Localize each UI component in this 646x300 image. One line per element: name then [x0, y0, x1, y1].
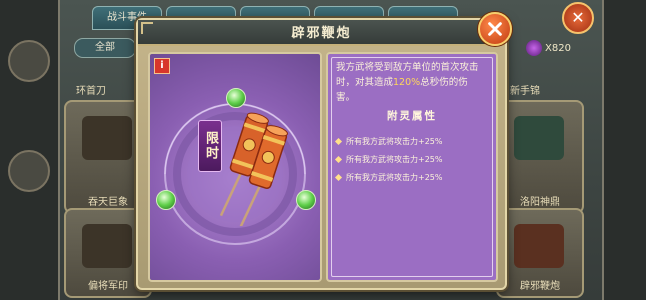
- item-art-panel: i 限时: [148, 52, 322, 282]
- info-icon[interactable]: i: [154, 58, 170, 74]
- item-description: 我方武将受到敌方单位的首次攻击时，对其造成120%总秒伤的伤害。: [336, 60, 486, 105]
- close-icon: [488, 22, 502, 36]
- diamond-bullet-icon: [334, 137, 343, 145]
- currency-display: X820: [526, 40, 571, 56]
- description-highlight: 120%: [393, 77, 421, 88]
- attribute-list: 所有我方武将攻击力+25% 所有我方武将攻击力+25% 所有我方武将攻击力+25…: [334, 132, 488, 186]
- card-label: 洛阳神鼎: [520, 197, 560, 208]
- card-label: 辟邪鞭炮: [520, 281, 560, 292]
- side-menu-button[interactable]: [8, 40, 50, 82]
- gem-icon: [526, 40, 542, 56]
- modal-header: 辟邪鞭炮: [138, 20, 505, 46]
- item-art-icon: [514, 116, 564, 160]
- green-orb-icon: [296, 190, 316, 210]
- item-art-icon: [514, 224, 564, 268]
- diamond-bullet-icon: [334, 173, 343, 181]
- green-orb-icon: [156, 190, 176, 210]
- side-menu-button[interactable]: [8, 150, 50, 192]
- background-close-button[interactable]: ✕: [562, 2, 594, 34]
- green-orb-icon: [226, 88, 246, 108]
- card-label: 环首刀: [76, 86, 106, 97]
- attribute-text: 所有我方武将攻击力+25%: [346, 172, 443, 182]
- attribute-item: 所有我方武将攻击力+25%: [334, 150, 488, 168]
- card-label: 新手锦: [510, 86, 540, 97]
- attribute-text: 所有我方武将攻击力+25%: [346, 154, 443, 164]
- firecracker-icon: [219, 112, 288, 226]
- attribute-text: 所有我方武将攻击力+25%: [346, 136, 443, 146]
- filter-all-button[interactable]: 全部: [74, 38, 136, 58]
- item-art-icon: [82, 224, 132, 268]
- item-card[interactable]: 洛阳神鼎: [496, 100, 584, 214]
- diamond-bullet-icon: [334, 155, 343, 163]
- item-detail-modal: 辟邪鞭炮 i 限时 我方武将受到敌方单位的首次攻击时，对其造成120%总秒伤的伤…: [136, 12, 512, 290]
- attribute-item: 所有我方武将攻击力+25%: [334, 132, 488, 150]
- attribute-item: 所有我方武将攻击力+25%: [334, 168, 488, 186]
- attributes-title: 附灵属性: [387, 110, 437, 122]
- item-card[interactable]: 辟邪鞭炮: [496, 208, 584, 298]
- currency-value: X820: [545, 42, 571, 54]
- close-button[interactable]: [478, 12, 512, 46]
- modal-title: 辟邪鞭炮: [291, 26, 352, 41]
- item-art-icon: [82, 116, 132, 160]
- item-description-panel: 我方武将受到敌方单位的首次攻击时，对其造成120%总秒伤的伤害。 附灵属性 所有…: [326, 52, 498, 282]
